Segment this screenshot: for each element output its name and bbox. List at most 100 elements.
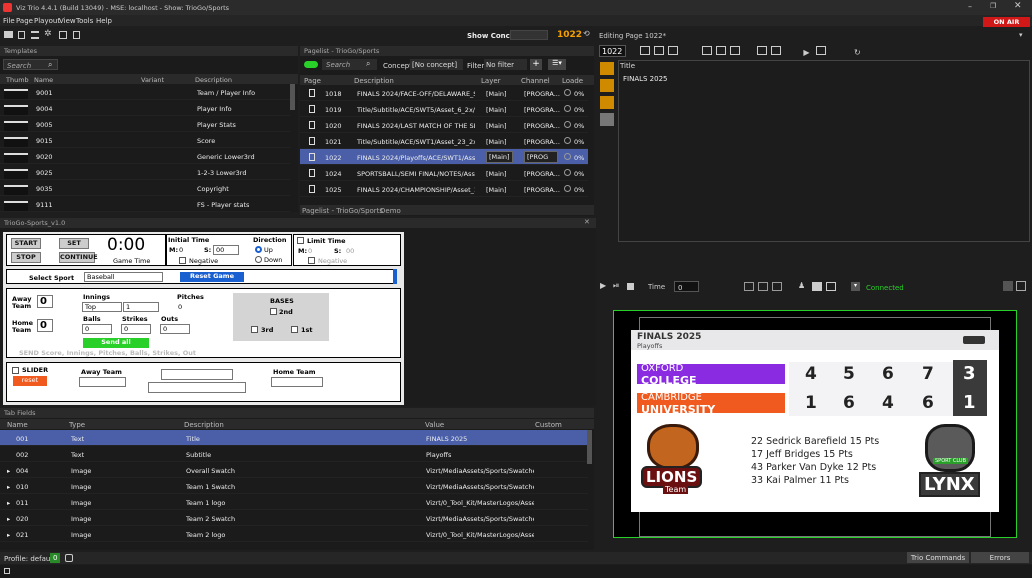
start-button[interactable]: START	[11, 238, 41, 249]
first-base-checkbox[interactable]	[291, 326, 298, 333]
field-value[interactable]: Vizrt/MediaAssets/Sports/Swatche...	[426, 515, 534, 523]
template-row[interactable]: 9035 Copyright	[0, 180, 290, 196]
page-row[interactable]: 1019 Title/Subtitle/ACE/SWT5/Asset_6_2x/F…	[300, 101, 588, 117]
cursor-icon[interactable]	[730, 46, 741, 55]
col-channel[interactable]: Channel	[521, 77, 550, 85]
page-row[interactable]: 1018 FINALS 2024/FACE-OFF/DELAWARE_ST/...…	[300, 85, 588, 101]
col-name[interactable]: Name	[34, 76, 53, 84]
minutes-value[interactable]: 0	[179, 246, 183, 254]
home-score-input[interactable]: 0	[37, 319, 53, 332]
reload-icon[interactable]: ↻	[854, 48, 861, 57]
sport-select[interactable]: Baseball	[84, 272, 163, 282]
reset-game-button[interactable]: Reset Game	[180, 272, 244, 282]
list-icon[interactable]	[31, 31, 39, 39]
col-thumb[interactable]: Thumb	[6, 76, 29, 84]
page-layer[interactable]: [Main]	[486, 151, 513, 163]
set-button[interactable]: SET	[59, 238, 89, 249]
page-row[interactable]: 1022 FINALS 2024/Playoffs/ACE/SWT1/Asset.…	[300, 149, 588, 165]
expand-icon[interactable]: ▸	[7, 515, 10, 523]
editing-page-number[interactable]: 1022	[599, 45, 626, 57]
field-value[interactable]: Vizrt/0_Tool_Kit/MasterLogos/Asse...	[426, 531, 534, 539]
tab-fields-scrollbar[interactable]	[587, 430, 592, 464]
down-radio[interactable]	[255, 256, 262, 263]
limit-minutes-value[interactable]: 0	[308, 247, 312, 255]
col-custom[interactable]: Custom	[535, 421, 562, 429]
new-page-icon[interactable]	[668, 46, 678, 55]
add-page-button[interactable]: +	[530, 59, 542, 70]
trio-commands-button[interactable]: Trio Commands	[907, 552, 969, 563]
graphic-select-1[interactable]	[161, 369, 233, 380]
home-team-name-input[interactable]	[271, 377, 323, 387]
template-row[interactable]: 9015 Score	[0, 132, 290, 148]
grid-icon[interactable]	[772, 282, 782, 291]
title-area-icon[interactable]	[758, 282, 768, 291]
tab-demo[interactable]: Demo	[380, 207, 401, 215]
template-row[interactable]: 9004 Player Info	[0, 100, 290, 116]
maximize-button[interactable]: ❐	[990, 2, 996, 10]
image-icon[interactable]	[812, 282, 822, 291]
tab-icon-number[interactable]	[600, 96, 614, 109]
col-description[interactable]: Description	[354, 77, 394, 85]
template-row[interactable]: 9111 FS - Player stats	[0, 196, 290, 212]
field-row[interactable]: ▸ 011 Image Team 1 logo Vizrt/0_Tool_Kit/Mas…	[0, 494, 588, 510]
templates-scrollbar[interactable]	[290, 84, 295, 110]
third-base-checkbox[interactable]	[251, 326, 258, 333]
graphic-select-2[interactable]	[148, 382, 246, 393]
template-row[interactable]: 9025 1-2-3 Lower3rd	[0, 164, 290, 180]
open-folder-icon[interactable]	[4, 31, 13, 38]
col-type[interactable]: Type	[69, 421, 85, 429]
field-row[interactable]: ▸ 020 Image Team 2 Swatch Vizrt/MediaAssets/…	[0, 510, 588, 526]
field-value[interactable]: Vizrt/MediaAssets/Sports/Swatche...	[426, 483, 534, 491]
field-value[interactable]: Playoffs	[426, 451, 534, 459]
col-value[interactable]: Value	[425, 421, 444, 429]
frame-icon[interactable]	[826, 282, 836, 291]
dropdown-icon[interactable]: ▾	[851, 282, 860, 291]
limit-seconds-select[interactable]: 00	[346, 247, 354, 255]
field-row[interactable]: 001 Text Title FINALS 2025	[0, 430, 588, 446]
stop-button[interactable]: STOP	[11, 252, 41, 263]
field-row[interactable]: ▸ 021 Image Team 2 logo Vizrt/0_Tool_Kit/Mas…	[0, 526, 588, 542]
template-row[interactable]: 9020 Generic Lower3rd	[0, 148, 290, 164]
field-row[interactable]: ▸ 010 Image Team 1 Swatch Vizrt/MediaAssets/…	[0, 478, 588, 494]
up-radio[interactable]	[255, 246, 262, 253]
menu-tools[interactable]: Tools	[76, 17, 93, 25]
expand-icon[interactable]: ▸	[7, 483, 10, 491]
outs-select[interactable]: 0	[160, 324, 190, 334]
strikes-select[interactable]: 0	[121, 324, 151, 334]
balls-select[interactable]: 0	[82, 324, 112, 334]
time-input[interactable]: 0	[674, 281, 699, 292]
page-row[interactable]: 1020 FINALS 2024/LAST MATCH OF THE SEA...…	[300, 117, 588, 133]
template-row[interactable]: 9005 Player Stats	[0, 116, 290, 132]
col-variant[interactable]: Variant	[141, 76, 164, 84]
page-row[interactable]: 1025 FINALS 2024/CHAMPIONSHIP/Asset_11...…	[300, 181, 588, 197]
play-icon[interactable]: ▶	[600, 281, 606, 290]
second-base-checkbox[interactable]	[270, 308, 277, 315]
expand-icon[interactable]: ▸	[7, 531, 10, 539]
templates-search[interactable]: Search ⌕	[3, 59, 58, 70]
template-row[interactable]: 9001 Team / Player Info	[0, 84, 290, 100]
menu-playout[interactable]: Playout	[34, 17, 60, 25]
pitches-value[interactable]: 0	[178, 303, 182, 311]
import-icon[interactable]	[73, 31, 80, 39]
tab-icon-image[interactable]	[600, 79, 614, 92]
errors-button[interactable]: Errors	[971, 552, 1029, 563]
filter-select[interactable]: No filter	[484, 59, 527, 70]
filter-icon[interactable]	[1003, 281, 1013, 291]
inning-half-select[interactable]: Top	[82, 302, 122, 312]
toggle-switch[interactable]	[304, 61, 318, 68]
window-icon[interactable]	[1016, 281, 1026, 291]
tab-icon-script[interactable]	[600, 113, 614, 126]
next-page-icon[interactable]	[654, 46, 664, 55]
col-description[interactable]: Description	[195, 76, 232, 84]
tab-icon-text[interactable]	[600, 62, 614, 75]
continue-button[interactable]: CONTINUE	[59, 252, 98, 263]
limit-time-checkbox[interactable]	[297, 237, 304, 244]
stop-icon[interactable]	[627, 283, 634, 290]
field-row[interactable]: 002 Text Subtitle Playoffs	[0, 446, 588, 462]
refresh-icon[interactable]: ⟲	[583, 29, 590, 38]
negative-checkbox[interactable]	[179, 257, 186, 264]
col-name[interactable]: Name	[7, 421, 28, 429]
inning-number-select[interactable]: 1	[123, 302, 159, 312]
show-concept-select[interactable]	[510, 30, 548, 40]
save-as-icon[interactable]	[770, 46, 781, 55]
